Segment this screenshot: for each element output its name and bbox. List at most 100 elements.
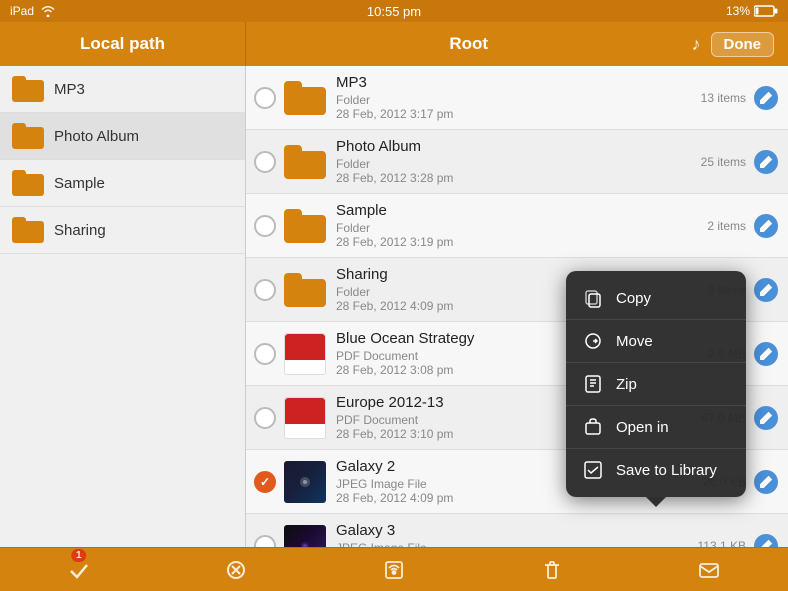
file-name: Sample: [336, 202, 699, 219]
folder-thumb-sharing: [284, 273, 326, 307]
table-row[interactable]: Galaxy 3 JPEG Image File28 Feb, 2012 4:0…: [246, 514, 788, 547]
move-icon: [582, 330, 604, 352]
battery-pct: 13%: [726, 4, 750, 18]
file-meta: Folder28 Feb, 2012 3:28 pm: [336, 157, 693, 185]
save-library-icon: [582, 459, 604, 481]
toolbar-checkmark-btn[interactable]: 1: [52, 555, 106, 585]
battery-icon: [754, 5, 778, 17]
toolbar-cancel-btn[interactable]: [209, 555, 263, 585]
music-icon: ♪: [692, 34, 701, 55]
folder-icon: [12, 170, 44, 196]
context-menu-save[interactable]: Save to Library: [566, 448, 746, 491]
radio-photoalbum[interactable]: [254, 151, 276, 173]
folder-icon: [12, 123, 44, 149]
status-bar: iPad 10:55 pm 13%: [0, 0, 788, 22]
toolbar-mail-btn[interactable]: [682, 555, 736, 585]
table-row[interactable]: Sample Folder28 Feb, 2012 3:19 pm 2 item…: [246, 194, 788, 258]
file-list: MP3 Folder28 Feb, 2012 3:17 pm 13 items …: [246, 66, 788, 547]
bottom-toolbar: 1: [0, 547, 788, 591]
checkmark-icon: [68, 559, 90, 581]
file-meta: Folder28 Feb, 2012 3:19 pm: [336, 221, 699, 249]
edit-button[interactable]: [754, 470, 778, 494]
folder-thumb-mp3: [284, 81, 326, 115]
sidebar-item-sharing[interactable]: Sharing: [0, 207, 245, 254]
file-size: 25 items: [701, 155, 746, 169]
img-thumb-galaxy2: [284, 461, 326, 503]
sidebar-item-sample[interactable]: Sample: [0, 160, 245, 207]
wifi-icon: [40, 5, 56, 17]
folder-icon: [12, 217, 44, 243]
radio-galaxy3[interactable]: [254, 535, 276, 548]
open-in-icon: [582, 416, 604, 438]
done-button[interactable]: Done: [711, 32, 775, 57]
context-menu-move[interactable]: Move: [566, 319, 746, 362]
edit-button[interactable]: [754, 342, 778, 366]
trash-icon: [541, 559, 563, 581]
table-row[interactable]: MP3 Folder28 Feb, 2012 3:17 pm 13 items: [246, 66, 788, 130]
open-in-label: Open in: [616, 419, 669, 436]
sidebar-label-photoalbum: Photo Album: [54, 128, 139, 145]
folder-thumb-sample: [284, 209, 326, 243]
edit-button[interactable]: [754, 150, 778, 174]
file-size: 113.1 KB: [698, 539, 746, 548]
context-menu-zip[interactable]: Zip: [566, 362, 746, 405]
radio-europe[interactable]: [254, 407, 276, 429]
move-label: Move: [616, 333, 653, 350]
edit-button[interactable]: [754, 534, 778, 548]
header-local-path: Local path: [0, 22, 246, 66]
radio-blueoce[interactable]: [254, 343, 276, 365]
header: Local path Root ♪ Done: [0, 22, 788, 66]
copy-icon: [582, 287, 604, 309]
radio-sharing[interactable]: [254, 279, 276, 301]
wifi-toolbar-icon: [383, 559, 405, 581]
context-menu-copy[interactable]: Copy: [566, 277, 746, 319]
edit-button[interactable]: [754, 214, 778, 238]
file-info-photoalbum: Photo Album Folder28 Feb, 2012 3:28 pm: [336, 138, 693, 185]
status-time: 10:55 pm: [367, 4, 421, 19]
file-name: Photo Album: [336, 138, 693, 155]
toolbar-wifi-btn[interactable]: [367, 555, 421, 585]
folder-icon: [12, 76, 44, 102]
zip-icon: [582, 373, 604, 395]
folder-thumb-photoalbum: [284, 145, 326, 179]
sidebar-label-sharing: Sharing: [54, 222, 106, 239]
table-row[interactable]: Photo Album Folder28 Feb, 2012 3:28 pm 2…: [246, 130, 788, 194]
edit-button[interactable]: [754, 86, 778, 110]
toolbar-trash-btn[interactable]: [525, 555, 579, 585]
file-info-galaxy3: Galaxy 3 JPEG Image File28 Feb, 2012 4:0…: [336, 522, 690, 547]
mail-icon: [698, 559, 720, 581]
context-menu-openin[interactable]: Open in: [566, 405, 746, 448]
img-thumb-galaxy3: [284, 525, 326, 548]
status-right: 13%: [726, 4, 778, 18]
pdf-thumb-europe: PDF: [284, 397, 326, 439]
cancel-icon: [225, 559, 247, 581]
file-info-sample: Sample Folder28 Feb, 2012 3:19 pm: [336, 202, 699, 249]
copy-label: Copy: [616, 290, 651, 307]
header-actions: ♪ Done: [692, 22, 788, 66]
sidebar-item-photoalbum[interactable]: Photo Album: [0, 113, 245, 160]
radio-sample[interactable]: [254, 215, 276, 237]
header-root: Root: [246, 22, 692, 66]
save-library-label: Save to Library: [616, 462, 717, 479]
radio-mp3[interactable]: [254, 87, 276, 109]
status-left: iPad: [10, 4, 56, 18]
sidebar-title: Local path: [80, 34, 165, 54]
file-info-mp3: MP3 Folder28 Feb, 2012 3:17 pm: [336, 74, 693, 121]
sidebar-label-sample: Sample: [54, 175, 105, 192]
edit-button[interactable]: [754, 406, 778, 430]
radio-galaxy2[interactable]: [254, 471, 276, 493]
ipad-label: iPad: [10, 4, 34, 18]
file-name: MP3: [336, 74, 693, 91]
sidebar-label-mp3: MP3: [54, 81, 85, 98]
sidebar-item-mp3[interactable]: MP3: [0, 66, 245, 113]
file-name: Galaxy 3: [336, 522, 690, 539]
file-size: 13 items: [701, 91, 746, 105]
file-size: 2 items: [707, 219, 746, 233]
badge-count: 1: [71, 549, 87, 562]
pdf-thumb-blue: PDF: [284, 333, 326, 375]
main-title: Root: [449, 34, 488, 54]
sidebar: MP3 Photo Album Sample Sharing: [0, 66, 246, 547]
edit-button[interactable]: [754, 278, 778, 302]
zip-label: Zip: [616, 376, 637, 393]
file-meta: Folder28 Feb, 2012 3:17 pm: [336, 93, 693, 121]
